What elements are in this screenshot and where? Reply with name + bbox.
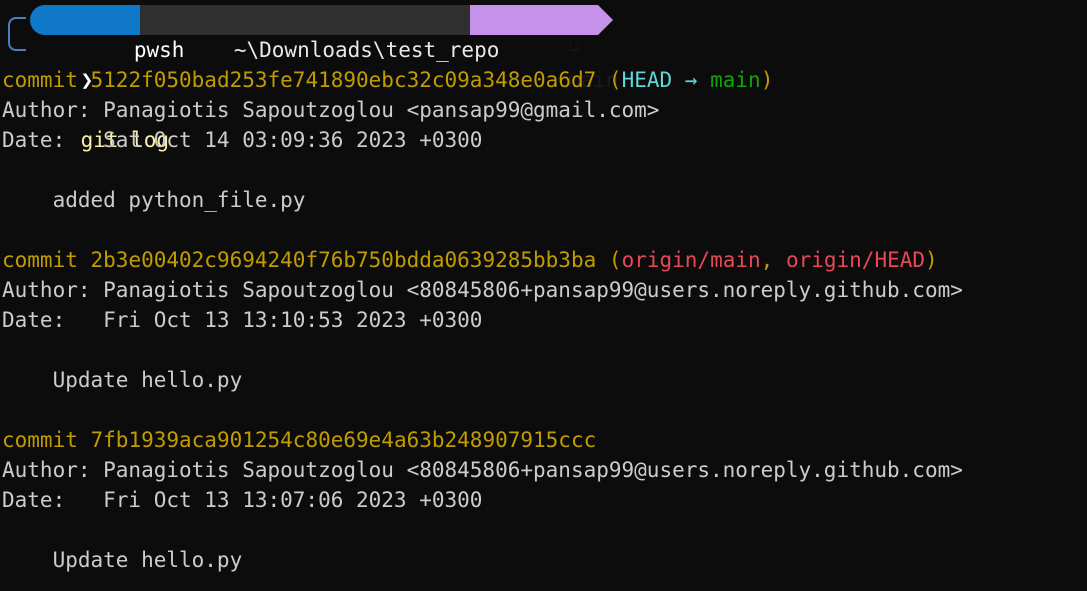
refs-close: ) [925, 248, 938, 272]
commit-header: commit 2b3e00402c9694240f76b750bdda06392… [2, 245, 938, 275]
refs-open: ( [608, 248, 622, 272]
commit-hash: 2b3e00402c9694240f76b750bdda0639285bb3ba [90, 248, 597, 272]
commit-hash: 5122f050bad253fe741890ebc32c09a348e0a6d7 [90, 68, 597, 92]
commit-message: Update hello.py [2, 548, 243, 572]
remote-ref: origin/main [621, 248, 761, 272]
commit-label: commit [2, 248, 78, 272]
commit-message: added python_file.py [2, 188, 306, 212]
head-ref: HEAD [621, 68, 673, 92]
commit-label: commit [2, 68, 78, 92]
date-line: Date: Fri Oct 13 13:07:06 2023 +0300 [2, 488, 483, 512]
author-line: Author: Panagiotis Sapoutzoglou <8084580… [2, 458, 963, 482]
arrow-icon: → [684, 68, 698, 92]
remote-ref: origin/HEAD [785, 248, 926, 272]
commit-header: commit 7fb1939aca901254c80e69e4a63b24890… [2, 425, 596, 455]
prompt-bar: pwsh ~\Downloads\test_repo ⑂ main [2, 5, 642, 92]
shell-segment: pwsh [30, 5, 184, 62]
refs-separator: , [760, 248, 786, 272]
path-segment: ~\Downloads\test_repo [140, 5, 499, 62]
author-line: Author: Panagiotis Sapoutzoglou <pansap9… [2, 98, 660, 122]
date-line: Date: Sat Oct 14 03:09:36 2023 +0300 [2, 128, 483, 152]
git-branch-icon: ⑂ [567, 38, 581, 62]
branch-ref: main [710, 68, 761, 92]
commit-message: Update hello.py [2, 368, 243, 392]
commit-label: commit [2, 428, 78, 452]
terminal-window[interactable]: pwsh ~\Downloads\test_repo ⑂ main ❯ git … [2, 0, 1087, 591]
refs-open: ( [608, 68, 622, 92]
git-branch-segment: ⑂ main [470, 5, 618, 92]
refs-close: ) [760, 68, 774, 92]
commit-hash: 7fb1939aca901254c80e69e4a63b248907915ccc [90, 428, 597, 452]
current-path: ~\Downloads\test_repo [233, 38, 500, 62]
segment-separator [598, 5, 613, 35]
commit-header: commit 5122f050bad253fe741890ebc32c09a34… [2, 65, 773, 95]
author-line: Author: Panagiotis Sapoutzoglou <8084580… [2, 278, 963, 302]
command-line[interactable]: ❯ git log [30, 35, 170, 152]
prompt-connector-icon [8, 17, 26, 51]
date-line: Date: Fri Oct 13 13:10:53 2023 +0300 [2, 308, 483, 332]
